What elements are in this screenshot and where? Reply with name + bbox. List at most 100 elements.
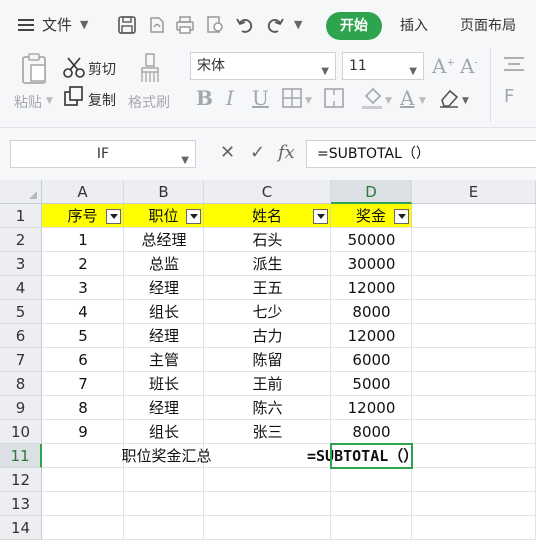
paste-icon[interactable] [20, 52, 50, 86]
grid-cell[interactable] [42, 516, 124, 540]
clear-format-icon[interactable] [438, 88, 460, 108]
spreadsheet-grid[interactable]: A B C D E 1 2 3 4 5 6 7 8 9 10 11 12 13 14 序号 职位 姓名 奖金 1 总经理 石头 50… [0, 180, 536, 553]
grid-cell[interactable] [204, 516, 331, 540]
table-data-cell[interactable]: 古力 [204, 324, 331, 348]
font-color-icon[interactable]: A [400, 86, 414, 110]
row-header-3[interactable]: 3 [0, 252, 42, 276]
table-header-cell[interactable]: 姓名 [204, 204, 331, 228]
chevron-down-icon[interactable]: ▼ [462, 96, 469, 106]
chevron-down-icon[interactable]: ▼ [305, 96, 312, 106]
grid-cell[interactable] [412, 252, 536, 276]
table-data-cell[interactable]: 张三 [204, 420, 331, 444]
row-header-11[interactable]: 11 [0, 444, 42, 468]
table-data-cell[interactable]: 组长 [124, 420, 204, 444]
paste-button[interactable]: 粘贴 [14, 92, 42, 112]
paste-dropdown-icon[interactable]: ▼ [46, 96, 53, 106]
table-data-cell[interactable]: 8 [42, 396, 124, 420]
table-data-cell[interactable]: 七少 [204, 300, 331, 324]
decrease-font-size-icon[interactable]: A- [460, 54, 478, 78]
font-settings-icon[interactable]: F [504, 86, 514, 107]
filter-dropdown-icon[interactable] [106, 209, 121, 224]
bold-icon[interactable]: B [196, 86, 213, 110]
fill-color-icon[interactable] [360, 86, 384, 110]
quick-access-more-icon[interactable]: ▼ [294, 18, 302, 31]
underline-icon[interactable]: U [252, 86, 269, 110]
column-header-e[interactable]: E [412, 180, 536, 204]
increase-font-size-icon[interactable]: A+ [432, 54, 455, 78]
table-data-cell[interactable]: 4 [42, 300, 124, 324]
column-header-a[interactable]: A [42, 180, 124, 204]
chevron-down-icon[interactable]: ▼ [385, 96, 392, 106]
table-data-cell[interactable]: 主管 [124, 348, 204, 372]
formula-input[interactable]: =SUBTOTAL（） [306, 140, 536, 168]
file-menu-button[interactable]: 文件 ▼ [18, 14, 88, 35]
grid-cell[interactable] [412, 348, 536, 372]
row-header-2[interactable]: 2 [0, 228, 42, 252]
tab-insert[interactable]: 插入 [400, 15, 428, 35]
undo-icon[interactable] [234, 14, 256, 36]
table-data-cell[interactable]: 总监 [124, 252, 204, 276]
table-data-cell[interactable]: 7 [42, 372, 124, 396]
row-header-13[interactable]: 13 [0, 492, 42, 516]
table-data-cell[interactable]: 8000 [331, 420, 412, 444]
table-header-cell[interactable]: 序号 [42, 204, 124, 228]
borders-icon[interactable] [282, 88, 302, 108]
grid-cell[interactable] [412, 444, 536, 468]
table-data-cell[interactable]: 2 [42, 252, 124, 276]
table-data-cell[interactable]: 班长 [124, 372, 204, 396]
column-header-c[interactable]: C [204, 180, 331, 204]
table-data-cell[interactable]: 王前 [204, 372, 331, 396]
merge-cells-icon[interactable] [324, 88, 344, 108]
row-header-5[interactable]: 5 [0, 300, 42, 324]
row-header-1[interactable]: 1 [0, 204, 42, 228]
insert-function-icon[interactable]: fx [278, 142, 295, 163]
table-data-cell[interactable]: 30000 [331, 252, 412, 276]
grid-cell[interactable] [412, 276, 536, 300]
row-header-8[interactable]: 8 [0, 372, 42, 396]
table-data-cell[interactable]: 陈六 [204, 396, 331, 420]
grid-cell[interactable] [331, 492, 412, 516]
save-icon[interactable] [116, 14, 138, 36]
grid-cell[interactable] [412, 324, 536, 348]
tab-home[interactable]: 开始 [326, 12, 382, 40]
table-data-cell[interactable]: 派生 [204, 252, 331, 276]
grid-cell[interactable] [412, 372, 536, 396]
table-data-cell[interactable]: 6000 [331, 348, 412, 372]
select-all-corner[interactable] [0, 180, 42, 204]
chevron-down-icon[interactable]: ▼ [419, 96, 426, 106]
format-painter-button[interactable]: 格式刷 [128, 92, 170, 112]
redo-icon[interactable] [264, 14, 286, 36]
column-header-b[interactable]: B [124, 180, 204, 204]
active-cell-d11[interactable] [330, 443, 413, 469]
align-top-icon[interactable] [502, 56, 526, 74]
grid-cell[interactable] [331, 516, 412, 540]
table-data-cell[interactable]: 3 [42, 276, 124, 300]
grid-cell[interactable] [42, 468, 124, 492]
grid-cell[interactable] [204, 468, 331, 492]
grid-cell[interactable] [42, 492, 124, 516]
grid-cell[interactable] [412, 516, 536, 540]
filter-dropdown-icon[interactable] [394, 209, 409, 224]
grid-cell[interactable] [412, 228, 536, 252]
table-data-cell[interactable]: 陈留 [204, 348, 331, 372]
grid-cell[interactable] [412, 204, 536, 228]
print-icon[interactable] [174, 14, 196, 36]
table-header-cell[interactable]: 奖金 [331, 204, 412, 228]
grid-cell[interactable] [124, 492, 204, 516]
row-header-14[interactable]: 14 [0, 516, 42, 540]
cancel-formula-icon[interactable]: ✕ [220, 142, 235, 163]
table-data-cell[interactable]: 经理 [124, 396, 204, 420]
table-data-cell[interactable]: 6 [42, 348, 124, 372]
grid-cell[interactable] [124, 468, 204, 492]
grid-cell[interactable] [204, 492, 331, 516]
row-header-9[interactable]: 9 [0, 396, 42, 420]
row-header-4[interactable]: 4 [0, 276, 42, 300]
table-data-cell[interactable]: 12000 [331, 396, 412, 420]
row-header-12[interactable]: 12 [0, 468, 42, 492]
table-data-cell[interactable]: 8000 [331, 300, 412, 324]
table-data-cell[interactable]: 石头 [204, 228, 331, 252]
row-header-7[interactable]: 7 [0, 348, 42, 372]
table-data-cell[interactable]: 1 [42, 228, 124, 252]
table-header-cell[interactable]: 职位 [124, 204, 204, 228]
export-pdf-icon[interactable] [146, 14, 168, 36]
